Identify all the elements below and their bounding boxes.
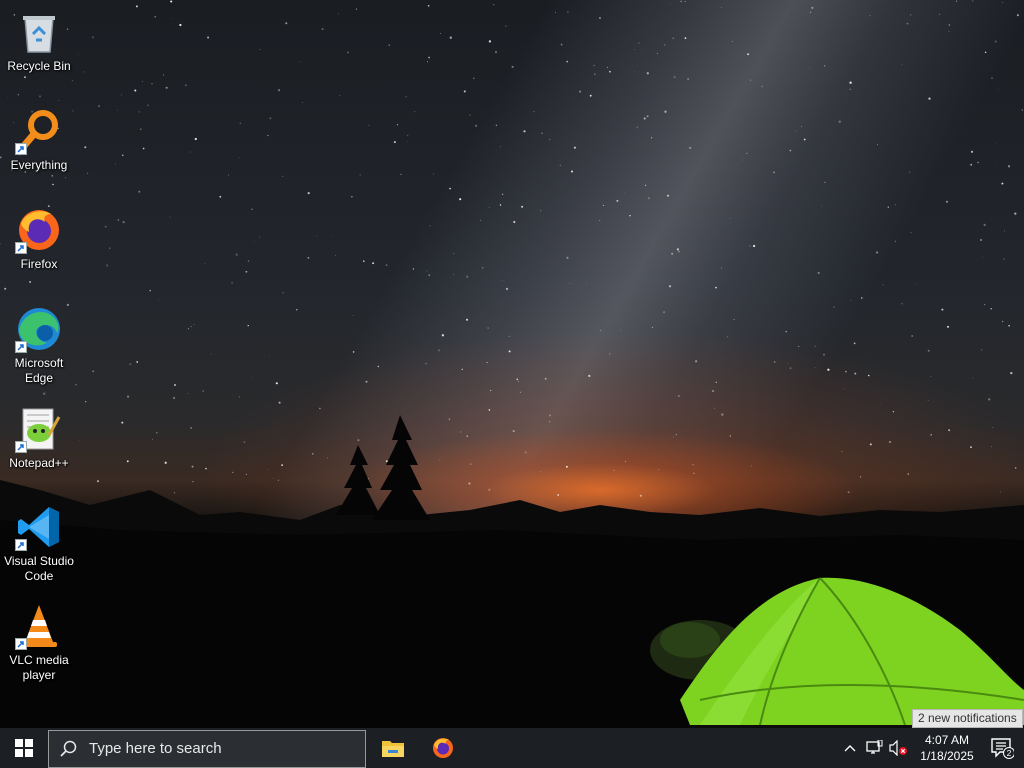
action-center-button[interactable]: 2 [980,728,1024,768]
taskbar-search-box[interactable]: Type here to search [48,729,366,768]
taskbar: Type here to search 4:07 AM 1/18/2025 2 [0,728,1024,768]
file-explorer-icon [382,741,404,757]
desktop-wallpaper: Recycle Bin Everything Firefox Microsoft… [0,0,1024,728]
vscode-desktop-icon[interactable]: Visual Studio Code [1,503,77,584]
notification-count-badge: 2 [1007,748,1012,758]
recycle-bin-desktop-icon[interactable]: Recycle Bin [1,8,77,74]
desktop-icon-label: VLC media player [9,653,69,682]
shortcut-arrow-icon [15,441,27,453]
file-explorer-taskbar-button[interactable] [369,728,417,768]
night-landscape [0,415,1024,728]
network-icon[interactable] [862,728,886,768]
clock-time: 4:07 AM [924,733,970,747]
recycle-bin-icon [23,16,55,53]
desktop-icon-label: Microsoft Edge [14,356,64,385]
firefox-taskbar-button[interactable] [419,728,467,768]
search-placeholder: Type here to search [89,740,222,757]
system-tray: 4:07 AM 1/18/2025 2 [838,728,1024,768]
desktop-icon-label: Notepad++ [9,456,69,470]
windows-logo-icon [15,739,33,757]
taskbar-clock[interactable]: 4:07 AM 1/18/2025 [914,732,980,764]
desktop-icon-label: Everything [10,158,68,172]
desktop-icon-label: Firefox [20,257,58,271]
clock-date: 1/18/2025 [920,749,974,763]
chevron-up-icon[interactable] [838,728,862,768]
notepad-plus-plus-desktop-icon[interactable]: Notepad++ [1,405,77,471]
firefox-icon [433,738,453,758]
firefox-desktop-icon[interactable]: Firefox [1,206,77,272]
shortcut-arrow-icon [15,242,27,254]
desktop-icon-label: Visual Studio Code [4,554,74,583]
notification-center-icon: 2 [991,738,1014,759]
notification-tooltip: 2 new notifications [912,709,1023,728]
start-button[interactable] [0,728,48,768]
search-icon [49,740,89,758]
shortcut-arrow-icon [15,638,27,650]
desktop-icon-label: Recycle Bin [7,59,71,73]
volume-muted-icon[interactable] [886,728,910,768]
edge-desktop-icon[interactable]: Microsoft Edge [1,305,77,386]
shortcut-arrow-icon [15,143,27,155]
shortcut-arrow-icon [15,341,27,353]
shortcut-arrow-icon [15,539,27,551]
everything-desktop-icon[interactable]: Everything [1,107,77,173]
vlc-desktop-icon[interactable]: VLC media player [1,602,77,683]
